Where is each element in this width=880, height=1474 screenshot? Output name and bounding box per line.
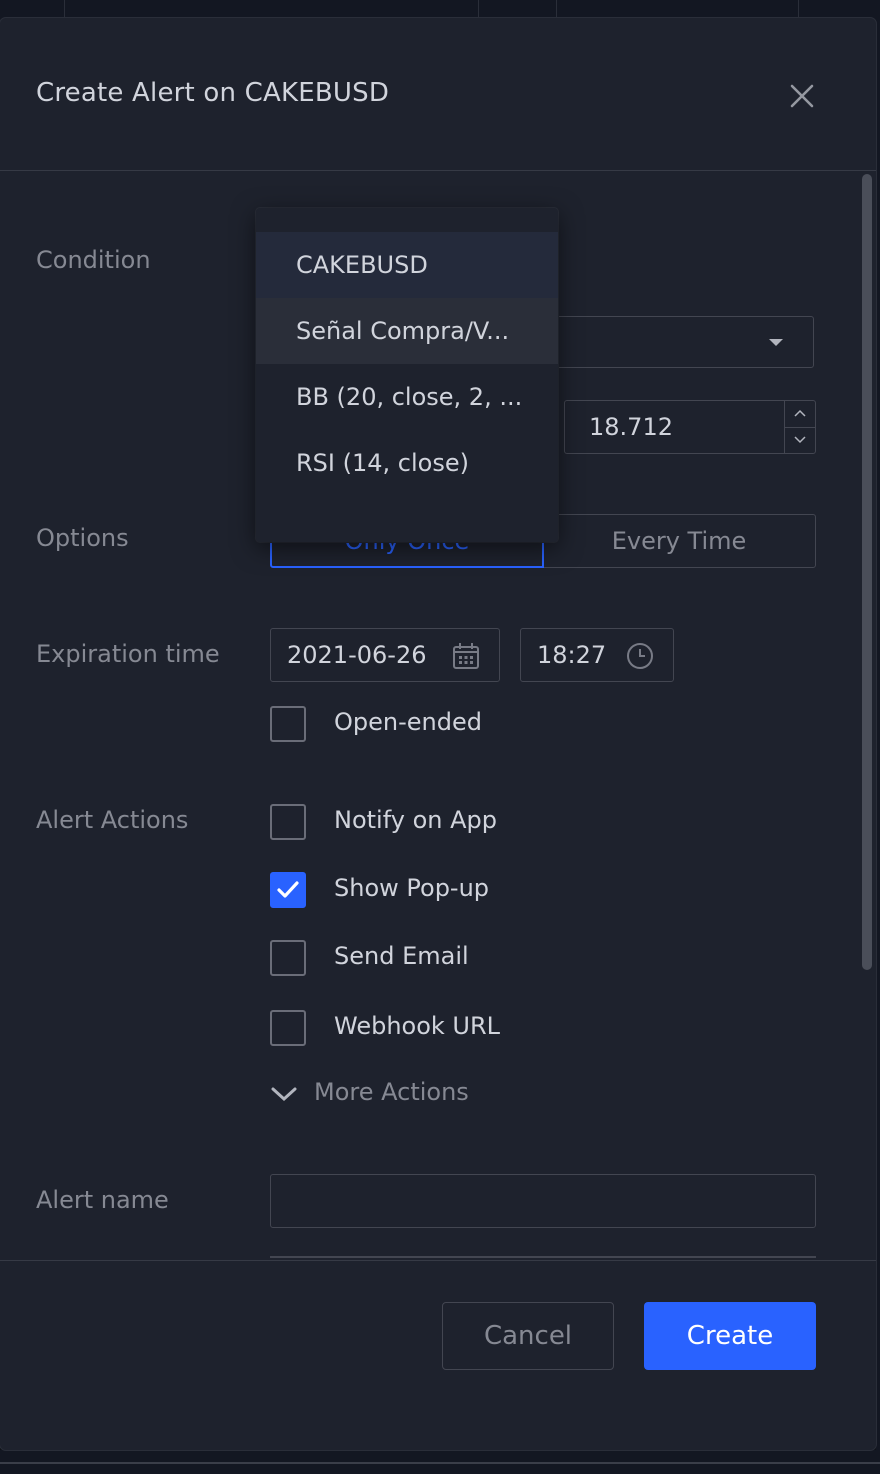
condition-value-input[interactable]: 18.712 [564, 400, 816, 454]
chevron-down-icon [794, 436, 806, 444]
send-email-label: Send Email [334, 942, 469, 970]
chevron-up-icon [794, 409, 806, 417]
open-ended-label: Open-ended [334, 708, 482, 736]
expiration-label: Expiration time [36, 640, 220, 668]
clock-icon[interactable] [625, 641, 655, 671]
message-field-edge [270, 1256, 816, 1258]
alert-name-input[interactable] [270, 1174, 816, 1228]
webhook-url-label: Webhook URL [334, 1012, 501, 1040]
condition-source-dropdown: CAKEBUSD Señal Compra/V... BB (20, close… [256, 208, 558, 542]
show-popup-label: Show Pop-up [334, 874, 490, 902]
chart-gridline [798, 0, 799, 20]
close-icon [790, 84, 814, 108]
header-divider [0, 170, 876, 171]
show-popup-checkbox[interactable] [270, 872, 306, 908]
alert-name-label: Alert name [36, 1186, 169, 1214]
notify-on-app-label: Notify on App [334, 806, 497, 834]
scrollbar-thumb[interactable] [862, 174, 872, 970]
chart-background-bottom [0, 1450, 880, 1474]
more-actions-label: More Actions [314, 1078, 469, 1106]
create-button[interactable]: Create [644, 1302, 816, 1370]
chart-gridline [64, 0, 65, 20]
chart-background-right [876, 20, 880, 1450]
expiration-date-input[interactable]: 2021-06-26 [270, 628, 500, 682]
stepper-up-button[interactable] [785, 401, 815, 428]
chevron-down-icon [769, 339, 783, 346]
expiration-date: 2021-06-26 [287, 641, 427, 669]
dropdown-option-senal-compra[interactable]: Señal Compra/V... [256, 298, 558, 364]
chevron-down-icon [271, 1087, 297, 1102]
close-button[interactable] [784, 78, 820, 114]
options-label: Options [36, 524, 129, 552]
dropdown-option-bb[interactable]: BB (20, close, 2, ... [256, 364, 558, 430]
send-email-checkbox[interactable] [270, 940, 306, 976]
open-ended-checkbox[interactable] [270, 706, 306, 742]
chart-gridline [478, 0, 479, 20]
condition-value: 18.712 [589, 413, 673, 441]
value-stepper [784, 401, 815, 453]
alert-actions-label: Alert Actions [36, 806, 189, 834]
webhook-url-checkbox[interactable] [270, 1010, 306, 1046]
notify-on-app-checkbox[interactable] [270, 804, 306, 840]
condition-label: Condition [36, 246, 151, 274]
footer-divider [0, 1260, 876, 1261]
dialog-title: Create Alert on CAKEBUSD [36, 78, 390, 108]
create-alert-dialog: Create Alert on CAKEBUSD Condition 18.71… [0, 18, 876, 1450]
cancel-button[interactable]: Cancel [442, 1302, 614, 1370]
every-time-button[interactable]: Every Time [542, 514, 816, 568]
chart-background-top [0, 0, 880, 20]
chart-gridline [556, 0, 557, 20]
stepper-down-button[interactable] [785, 427, 815, 453]
expiration-time-input[interactable]: 18:27 [520, 628, 674, 682]
dropdown-option-rsi[interactable]: RSI (14, close) [256, 430, 558, 496]
dropdown-option-cakebusd[interactable]: CAKEBUSD [256, 232, 558, 298]
expiration-time: 18:27 [537, 641, 607, 669]
checkmark-icon [277, 881, 299, 898]
calendar-icon[interactable] [451, 641, 481, 671]
